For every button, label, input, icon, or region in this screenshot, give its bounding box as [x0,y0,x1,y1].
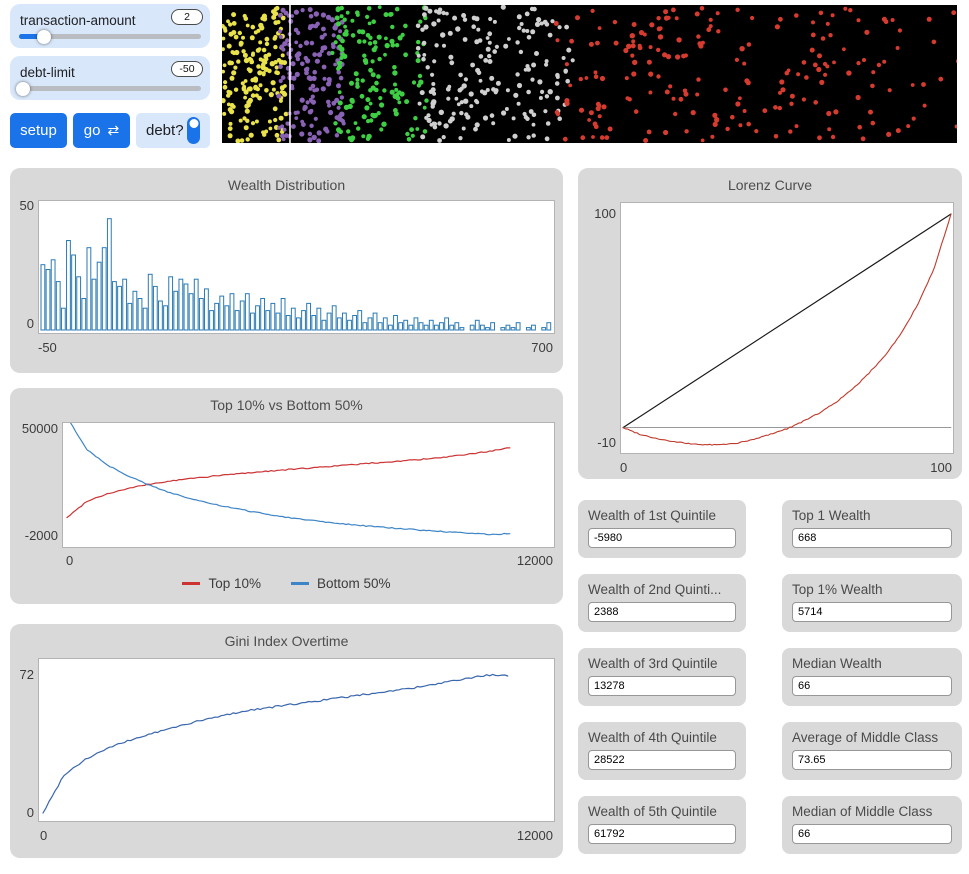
legend-label: Top 10% [208,576,261,591]
plot-title: Wealth Distribution [10,177,563,193]
monitor-value: 13278 [588,676,736,696]
monitor-wealth-4th-quintile: Wealth of 4th Quintile 28522 [578,722,746,780]
slider-thumb[interactable] [16,82,30,96]
monitor-label: Top 1 Wealth [792,508,952,523]
y-tick-min: -10 [578,435,616,450]
world-view [222,5,957,143]
setup-button-label: setup [20,122,57,139]
wealth-distribution-plot [38,200,555,334]
y-tick-max: 50000 [10,421,58,436]
monitor-value: 2388 [588,602,736,622]
monitor-median-wealth: Median Wealth 66 [782,648,962,706]
toggle-icon[interactable] [187,117,200,144]
monitor-wealth-3rd-quintile: Wealth of 3rd Quintile 13278 [578,648,746,706]
plot-legend: Top 10% Bottom 50% [10,576,563,591]
slider-value: 2 [171,9,203,25]
gini-panel: Gini Index Overtime 72 0 0 12000 [10,624,563,858]
monitor-label: Median Wealth [792,656,952,671]
go-button-label: go [84,122,101,139]
debt-limit-slider[interactable]: debt-limit -50 [10,56,210,100]
monitor-top-1-wealth: Top 1 Wealth 668 [782,500,962,558]
setup-button[interactable]: setup [10,113,67,148]
monitor-average-middle-class: Average of Middle Class 73.65 [782,722,962,780]
monitor-label: Average of Middle Class [792,730,952,745]
y-tick-max: 100 [578,206,616,221]
lorenz-panel: Lorenz Curve 100 -10 0 100 [578,168,962,479]
monitor-value: 73.65 [792,750,952,770]
monitor-value: 668 [792,528,952,548]
monitor-value: -5980 [588,528,736,548]
monitor-wealth-1st-quintile: Wealth of 1st Quintile -5980 [578,500,746,558]
monitor-value: 61792 [588,824,736,844]
debt-switch[interactable]: debt? [136,113,210,148]
slider-label: debt-limit [20,65,75,80]
slider-value: -50 [171,61,203,77]
monitor-value: 5714 [792,602,952,622]
gini-plot [38,658,555,822]
debt-switch-label: debt? [146,122,184,139]
go-button[interactable]: go ⇄ [73,113,130,148]
y-tick-min: 0 [10,805,34,820]
top-bottom-plot [62,422,555,548]
x-tick-max: 12000 [493,553,553,568]
monitor-label: Wealth of 2nd Quinti... [588,582,736,597]
repeat-icon: ⇄ [107,122,119,139]
monitor-label: Top 1% Wealth [792,582,952,597]
x-tick-max: 12000 [493,828,553,843]
plot-title: Lorenz Curve [578,177,962,193]
legend-swatch-blue [291,582,309,585]
wealth-distribution-panel: Wealth Distribution 50 0 -50 700 [10,168,563,373]
monitor-wealth-5th-quintile: Wealth of 5th Quintile 61792 [578,796,746,854]
toggle-knob [189,119,198,128]
slider-thumb[interactable] [37,30,51,44]
plot-title: Gini Index Overtime [10,633,563,649]
monitor-wealth-2nd-quintile: Wealth of 2nd Quinti... 2388 [578,574,746,632]
monitor-label: Wealth of 5th Quintile [588,804,736,819]
monitor-label: Wealth of 4th Quintile [588,730,736,745]
x-tick-min: -50 [38,340,57,355]
slider-track[interactable] [19,86,201,91]
x-tick-min: 0 [66,553,73,568]
monitor-top-1pct-wealth: Top 1% Wealth 5714 [782,574,962,632]
y-tick-max: 50 [10,198,34,213]
monitor-label: Median of Middle Class [792,804,952,819]
x-tick-max: 700 [503,340,553,355]
x-tick-min: 0 [620,460,627,475]
transaction-amount-slider[interactable]: transaction-amount 2 [10,4,210,48]
monitor-value: 28522 [588,750,736,770]
x-tick-min: 0 [40,828,47,843]
slider-track[interactable] [19,34,201,39]
legend-item-bottom50: Bottom 50% [291,576,391,591]
top-bottom-panel: Top 10% vs Bottom 50% 50000 -2000 0 1200… [10,388,563,604]
legend-label: Bottom 50% [317,576,391,591]
monitor-median-middle-class: Median of Middle Class 66 [782,796,962,854]
slider-label: transaction-amount [20,13,136,28]
monitor-label: Wealth of 3rd Quintile [588,656,736,671]
legend-item-top10: Top 10% [182,576,261,591]
monitor-value: 66 [792,824,952,844]
monitor-label: Wealth of 1st Quintile [588,508,736,523]
legend-swatch-red [182,582,200,585]
plot-title: Top 10% vs Bottom 50% [10,397,563,413]
y-tick-min: 0 [10,316,34,331]
monitor-value: 66 [792,676,952,696]
y-tick-min: -2000 [10,528,58,543]
x-tick-max: 100 [912,460,952,475]
lorenz-plot [620,202,954,454]
y-tick-max: 72 [10,667,34,682]
